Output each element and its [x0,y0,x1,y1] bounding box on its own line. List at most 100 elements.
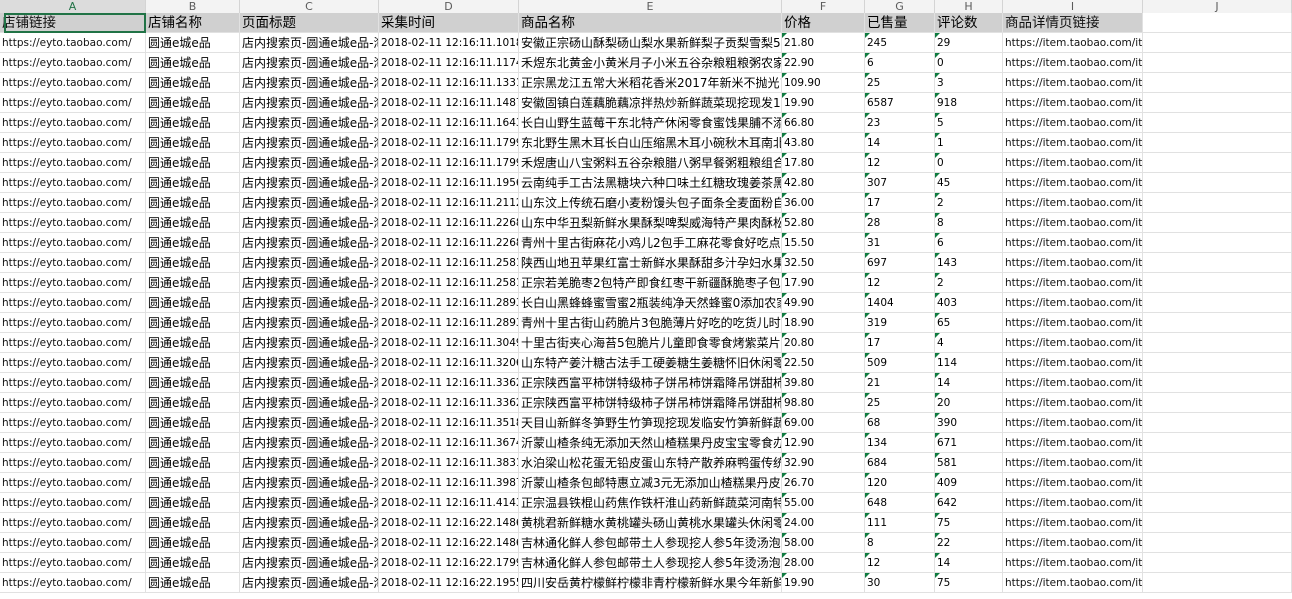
cell-comments[interactable]: 403 [935,293,1003,313]
cell-comments[interactable]: 14 [935,553,1003,573]
cell-page-title[interactable]: 店内搜索页-圆通e城e品-淘 [240,33,379,53]
cell-sold[interactable]: 1404 [865,293,935,313]
cell-detail-url[interactable]: https://item.taobao.com/item.htm?id=5644… [1003,133,1143,153]
cell-shop-name[interactable]: 圆通e城e品 [146,433,240,453]
cell-shop-url[interactable]: https://eyto.taobao.com/ [0,433,146,453]
cell-blank[interactable] [1143,413,1292,433]
cell-shop-url[interactable]: https://eyto.taobao.com/ [0,453,146,473]
column-header-b[interactable]: B [146,0,240,14]
cell-shop-name[interactable]: 圆通e城e品 [146,193,240,213]
cell-comments[interactable]: 14 [935,373,1003,393]
cell-shop-url[interactable]: https://eyto.taobao.com/ [0,293,146,313]
cell-blank[interactable] [1143,213,1292,233]
cell-product-name[interactable]: 天目山新鲜冬笋野生竹笋现挖现发临安竹笋新鲜蔬 [519,413,782,433]
cell-shop-name[interactable]: 圆通e城e品 [146,253,240,273]
cell-price[interactable]: 15.50 [782,233,865,253]
cell-shop-name[interactable]: 圆通e城e品 [146,313,240,333]
cell-detail-url[interactable]: https://item.taobao.com/item.htm?id=5628… [1003,413,1143,433]
cell-shop-url[interactable]: https://eyto.taobao.com/ [0,533,146,553]
cell-page-title[interactable]: 店内搜索页-圆通e城e品-淘 [240,573,379,593]
cell-shop-url[interactable]: https://eyto.taobao.com/ [0,233,146,253]
cell-price[interactable]: 66.80 [782,113,865,133]
cell-price[interactable]: 39.80 [782,373,865,393]
cell-collect-time[interactable]: 2018-02-11 12:16:22.19554 [379,573,519,593]
cell-collect-time[interactable]: 2018-02-11 12:16:11.22686 [379,233,519,253]
cell-detail-url[interactable]: https://item.taobao.com/item.htm?id=5641… [1003,233,1143,253]
cell-shop-url[interactable]: https://eyto.taobao.com/ [0,473,146,493]
cell-product-name[interactable]: 正宗温县铁棍山药焦作铁杆淮山药新鲜蔬菜河南特 [519,493,782,513]
cell-page-title[interactable]: 店内搜索页-圆通e城e品-淘 [240,213,379,233]
cell-product-name[interactable]: 正宗陕西富平柿饼特级柿子饼吊柿饼霜降吊饼甜柿 [519,373,782,393]
cell-collect-time[interactable]: 2018-02-11 12:16:11.35186 [379,413,519,433]
cell-product-name[interactable]: 沂蒙山楂条纯无添加天然山楂糕果丹皮宝宝零食办 [519,433,782,453]
cell-detail-url[interactable]: https://item.taobao.com/item.htm?id=5643… [1003,193,1143,213]
cell-shop-url[interactable]: https://eyto.taobao.com/ [0,53,146,73]
cell-shop-name[interactable]: 圆通e城e品 [146,133,240,153]
cell-shop-name[interactable]: 圆通e城e品 [146,233,240,253]
cell-product-name[interactable]: 安徽固镇白莲藕脆藕凉拌热炒新鲜蔬菜现挖现发12 [519,93,782,113]
cell-collect-time[interactable]: 2018-02-11 12:16:11.25811 [379,253,519,273]
cell-detail-url[interactable]: https://item.taobao.com/item.htm?id=5612… [1003,573,1143,593]
cell-detail-url[interactable]: https://item.taobao.com/item.htm?id=5620… [1003,473,1143,493]
cell-blank[interactable] [1143,493,1292,513]
cell-comments[interactable]: 65 [935,313,1003,333]
cell-sold[interactable]: 31 [865,233,935,253]
cell-shop-name[interactable]: 圆通e城e品 [146,213,240,233]
cell-comments[interactable]: 918 [935,93,1003,113]
column-header-e[interactable]: E [519,0,782,14]
cell-page-title[interactable]: 店内搜索页-圆通e城e品-淘 [240,253,379,273]
cell-detail-url[interactable]: https://item.taobao.com/item.htm?id=5615… [1003,533,1143,553]
cell-shop-name[interactable]: 圆通e城e品 [146,33,240,53]
cell-detail-url[interactable]: https://item.taobao.com/item.htm?id=5646… [1003,53,1143,73]
cell-collect-time[interactable]: 2018-02-11 12:16:11.33623 [379,373,519,393]
cell-sold[interactable]: 120 [865,473,935,493]
cell-price[interactable]: 21.80 [782,33,865,53]
cell-collect-time[interactable]: 2018-02-11 12:16:11.41436 [379,493,519,513]
cell-shop-name[interactable]: 圆通e城e品 [146,493,240,513]
cell-comments[interactable]: 390 [935,413,1003,433]
column-header-j[interactable]: J [1143,0,1292,14]
cell-collect-time[interactable]: 2018-02-11 12:16:11.25811 [379,273,519,293]
cell-collect-time[interactable]: 2018-02-11 12:16:22.14866 [379,533,519,553]
cell-comments[interactable]: 671 [935,433,1003,453]
cell-blank[interactable] [1143,473,1292,493]
cell-collect-time[interactable]: 2018-02-11 12:16:11.22686 [379,213,519,233]
cell-page-title[interactable]: 店内搜索页-圆通e城e品-淘 [240,133,379,153]
cell-product-name[interactable]: 山东中华丑梨新鲜水果酥梨啤梨威海特产果肉酥松 [519,213,782,233]
cell-comments[interactable]: 20 [935,393,1003,413]
cell-blank[interactable] [1143,373,1292,393]
cell-sold[interactable]: 12 [865,273,935,293]
cell-blank[interactable] [1143,393,1292,413]
cell-sold[interactable]: 23 [865,113,935,133]
cell-shop-url[interactable]: https://eyto.taobao.com/ [0,193,146,213]
cell-sold[interactable]: 319 [865,313,935,333]
cell-comments[interactable]: 1 [935,133,1003,153]
cell-blank[interactable] [1143,153,1292,173]
cell-shop-url[interactable]: https://eyto.taobao.com/ [0,33,146,53]
cell-shop-name[interactable]: 圆通e城e品 [146,573,240,593]
cell-blank[interactable] [1143,33,1292,53]
cell-sold[interactable]: 245 [865,33,935,53]
cell-page-title[interactable]: 店内搜索页-圆通e城e品-淘 [240,533,379,553]
cell-price[interactable]: 42.80 [782,173,865,193]
cell-sold[interactable]: 648 [865,493,935,513]
cell-product-name[interactable]: 吉林通化鲜人参包邮带土人参现挖人参5年烫汤泡 [519,533,782,553]
cell-shop-url[interactable]: https://eyto.taobao.com/ [0,493,146,513]
cell-price[interactable]: 109.90 [782,73,865,93]
cell-blank[interactable] [1143,333,1292,353]
cell-blank[interactable] [1143,53,1292,73]
header-cell-collect-time[interactable]: 采集时间 [379,13,519,33]
cell-product-name[interactable]: 禾煜唐山八宝粥料五谷杂粮腊八粥早餐粥粗粮组合 [519,153,782,173]
cell-price[interactable]: 49.90 [782,293,865,313]
cell-shop-url[interactable]: https://eyto.taobao.com/ [0,313,146,333]
cell-sold[interactable]: 68 [865,413,935,433]
cell-page-title[interactable]: 店内搜索页-圆通e城e品-淘 [240,493,379,513]
cell-blank[interactable] [1143,513,1292,533]
cell-sold[interactable]: 111 [865,513,935,533]
cell-comments[interactable]: 22 [935,533,1003,553]
cell-price[interactable]: 32.50 [782,253,865,273]
cell-sold[interactable]: 17 [865,333,935,353]
cell-shop-name[interactable]: 圆通e城e品 [146,553,240,573]
cell-shop-name[interactable]: 圆通e城e品 [146,153,240,173]
cell-page-title[interactable]: 店内搜索页-圆通e城e品-淘 [240,373,379,393]
